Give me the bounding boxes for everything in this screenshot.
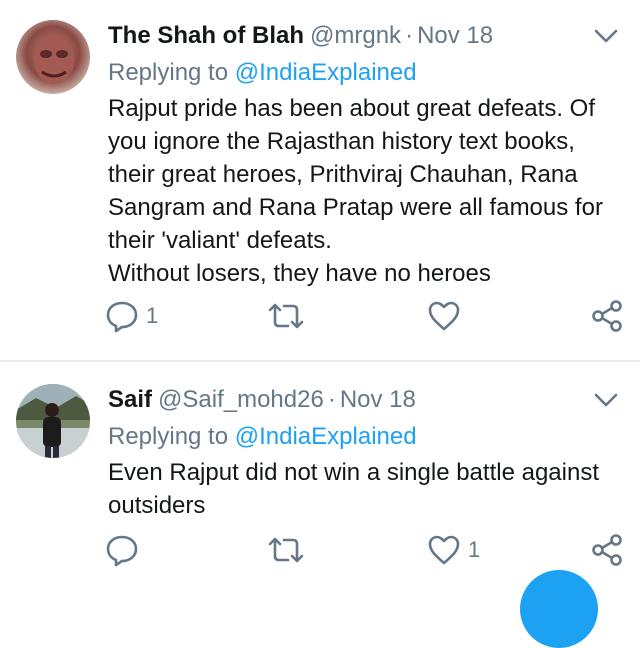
user-handle[interactable]: @mrgnk <box>310 22 401 49</box>
chevron-down-icon[interactable] <box>592 24 620 48</box>
share-button[interactable] <box>590 530 624 570</box>
tweet-text: Even Rajput did not win a single battle … <box>108 456 620 522</box>
tweet-header: Saif @Saif_mohd26 · Nov 18 <box>108 384 620 416</box>
retweet-icon <box>266 298 306 334</box>
replying-prefix: Replying to <box>108 423 229 450</box>
tweet-date[interactable]: Nov 18 <box>417 22 493 49</box>
tweet-text-line: outsiders <box>108 492 206 519</box>
like-button[interactable] <box>426 296 468 336</box>
avatar[interactable] <box>16 384 90 458</box>
share-icon <box>590 298 624 334</box>
tweet[interactable]: The Shah of Blah @mrgnk · Nov 18 Replying t… <box>0 0 640 360</box>
tweet-text: Rajput pride has been about great defeat… <box>108 92 620 290</box>
avatar[interactable] <box>16 20 90 94</box>
reply-icon <box>104 532 140 568</box>
tweet-text-line: Sangram and Rana Pratap were all famous … <box>108 194 603 221</box>
chevron-down-icon[interactable] <box>592 388 620 412</box>
tweet-content: Saif @Saif_mohd26 · Nov 18 Replying to @Ind… <box>108 384 620 522</box>
heart-icon <box>426 298 462 334</box>
reply-icon <box>104 298 140 334</box>
replying-to-link[interactable]: @IndiaExplained <box>235 59 417 86</box>
tweet[interactable]: Saif @Saif_mohd26 · Nov 18 Replying to @Ind… <box>0 362 640 588</box>
replying-prefix: Replying to <box>108 59 229 86</box>
user-handle[interactable]: @Saif_mohd26 <box>158 386 324 413</box>
tweet-actions: 1 <box>104 530 624 570</box>
display-name[interactable]: Saif <box>108 386 152 413</box>
separator-dot: · <box>327 386 336 413</box>
reply-button[interactable] <box>104 530 146 570</box>
tweet-date[interactable]: Nov 18 <box>340 386 416 413</box>
replying-to: Replying to @IndiaExplained <box>108 56 620 90</box>
replying-to: Replying to @IndiaExplained <box>108 420 620 454</box>
tweet-content: The Shah of Blah @mrgnk · Nov 18 Replying t… <box>108 20 620 290</box>
share-icon <box>590 532 624 568</box>
retweet-button[interactable] <box>266 530 312 570</box>
tweet-text-line: Rajput pride has been about great defeat… <box>108 95 595 122</box>
display-name[interactable]: The Shah of Blah <box>108 22 304 49</box>
like-button[interactable]: 1 <box>426 530 480 570</box>
tweet-text-line: their great heroes, Prithviraj Chauhan, … <box>108 161 578 188</box>
tweet-text-line: you ignore the Rajasthan history text bo… <box>108 128 575 155</box>
tweet-header: The Shah of Blah @mrgnk · Nov 18 <box>108 20 620 52</box>
tweet-text-line: their 'valiant' defeats. <box>108 227 332 254</box>
tweet-actions: 1 <box>104 296 624 336</box>
retweet-icon <box>266 532 306 568</box>
reply-button[interactable]: 1 <box>104 296 158 336</box>
replying-to-link[interactable]: @IndiaExplained <box>235 423 417 450</box>
like-count: 1 <box>468 537 481 562</box>
share-button[interactable] <box>590 296 624 336</box>
tweet-text-line: Without losers, they have no heroes <box>108 260 491 287</box>
separator-dot: · <box>405 22 414 49</box>
heart-icon <box>426 532 462 568</box>
compose-tweet-button[interactable] <box>520 570 598 648</box>
tweet-text-line: Even Rajput did not win a single battle … <box>108 459 599 486</box>
retweet-button[interactable] <box>266 296 312 336</box>
reply-count: 1 <box>146 303 159 328</box>
